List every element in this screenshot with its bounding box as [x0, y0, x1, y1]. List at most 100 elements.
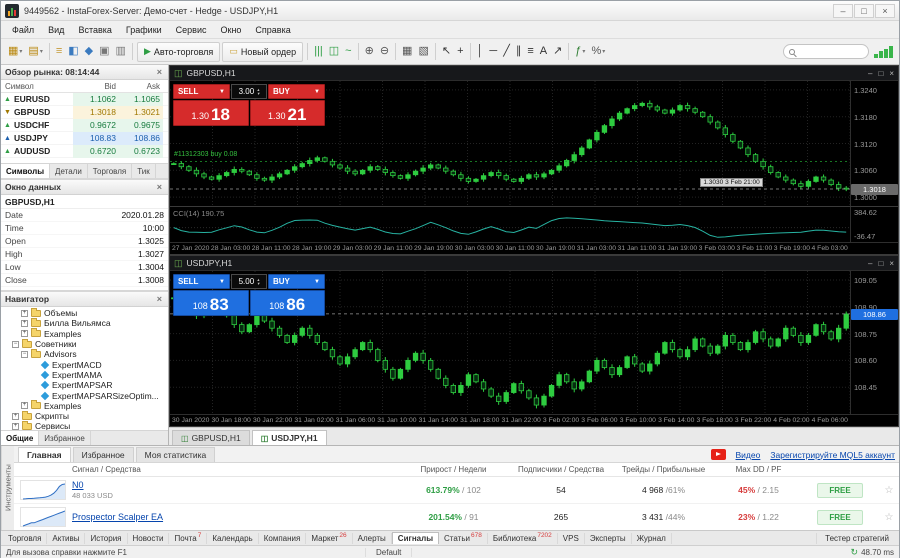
tab-Тик[interactable]: Тик	[132, 164, 156, 178]
tree-item-ExpertMAMA[interactable]: ExpertMAMA	[1, 370, 168, 380]
free-button[interactable]: FREE	[817, 483, 862, 498]
channel-tool-icon[interactable]: ∥	[513, 42, 525, 62]
chart-maximize-button[interactable]: □	[878, 259, 883, 268]
sell-button[interactable]: SELL▼	[173, 274, 230, 289]
tree-item-Advisors[interactable]: −Advisors	[1, 349, 168, 359]
sell-price-button[interactable]: 1.3018	[173, 100, 249, 126]
market-watch-row-EURUSD[interactable]: ▲EURUSD1.10621.1065	[1, 93, 168, 106]
menu-item-Вставка[interactable]: Вставка	[71, 23, 118, 37]
favorite-star-icon[interactable]: ☆	[879, 485, 899, 496]
tree-expander-icon[interactable]: +	[21, 320, 28, 327]
toolbox-side-label[interactable]: Инструменты	[1, 446, 14, 530]
toolbox-tab-Маркет[interactable]: Маркет26	[306, 533, 352, 544]
toolbox-tab-Новости[interactable]: Новости	[128, 533, 170, 544]
chart-close-button[interactable]: ×	[889, 69, 894, 78]
toolbox-tab-Библиотека[interactable]: Библиотека7202	[488, 533, 558, 544]
horizontal-line-tool-icon[interactable]: ─	[486, 42, 500, 62]
trendline-tool-icon[interactable]: ╱	[500, 42, 513, 62]
tree-item--[interactable]: +Скрипты	[1, 411, 168, 421]
tab-Торговля[interactable]: Торговля	[88, 164, 132, 178]
signal-link[interactable]: Prospector Scalper EA	[72, 512, 163, 522]
menu-item-Вид[interactable]: Вид	[41, 23, 71, 37]
menu-item-Сервис[interactable]: Сервис	[169, 23, 214, 37]
arrow-tool-icon[interactable]: ↗	[550, 42, 565, 62]
bar-chart-mode-icon[interactable]: |||	[311, 42, 326, 62]
free-button[interactable]: FREE	[817, 510, 862, 525]
toolbox-tab-Компания[interactable]: Компания	[259, 533, 307, 544]
toolbox-tab-Эксперты[interactable]: Эксперты	[585, 533, 632, 544]
toolbox-tab-Почта[interactable]: Почта7	[169, 533, 207, 544]
minimize-button[interactable]: –	[833, 4, 853, 18]
signals-tab-Моя статистика[interactable]: Моя статистика	[136, 447, 216, 462]
tree-expander-icon[interactable]: +	[21, 402, 28, 409]
tree-item--[interactable]: +Сервисы	[1, 421, 168, 430]
toolbox-tab-Журнал[interactable]: Журнал	[632, 533, 672, 544]
tile-windows-icon[interactable]: ▦	[399, 42, 415, 62]
toolbox-tab-Календарь[interactable]: Календарь	[207, 533, 258, 544]
tree-item-Examples[interactable]: +Examples	[1, 329, 168, 339]
toolbox-tab-Сигналы[interactable]: Сигналы	[392, 532, 439, 544]
search-input[interactable]	[783, 44, 869, 59]
tree-item--[interactable]: +Объемы	[1, 308, 168, 318]
lot-size-input[interactable]: 3.00▴▾	[231, 84, 267, 99]
register-mql5-link[interactable]: Зарегистрируйте MQL5 аккаунт	[770, 450, 895, 460]
market-watch-row-GBPUSD[interactable]: ▼GBPUSD1.30181.3021	[1, 106, 168, 119]
data-window-icon[interactable]: ◧	[65, 42, 81, 62]
chart-title-bar[interactable]: ◫ GBPUSD,H1 – □ ×	[170, 66, 898, 81]
maximize-button[interactable]: □	[854, 4, 874, 18]
menu-item-Справка[interactable]: Справка	[248, 23, 297, 37]
market-watch-icon[interactable]: ≡	[53, 42, 65, 62]
navigator-icon[interactable]: ◆	[82, 42, 96, 62]
tree-item-ExpertMAPSAR[interactable]: ExpertMAPSAR	[1, 380, 168, 390]
chart-tab-USDJPY,H1[interactable]: ◫USDJPY,H1	[252, 430, 327, 445]
video-link[interactable]: Видео	[736, 450, 761, 460]
chart-maximize-button[interactable]: □	[878, 69, 883, 78]
connection-status[interactable]: ↻ 48.70 ms	[851, 547, 894, 558]
indicators-icon[interactable]: ƒ▾	[572, 42, 588, 62]
cursor-icon[interactable]: ↖	[439, 42, 454, 62]
signals-tab-Главная[interactable]: Главная	[18, 447, 71, 462]
close-button[interactable]: ×	[875, 4, 895, 18]
strategy-tester-icon[interactable]: ▥	[113, 42, 129, 62]
toolbox-tab-Статьи[interactable]: Статьи678	[439, 533, 488, 544]
crosshair-icon[interactable]: +	[454, 42, 466, 62]
chart-close-button[interactable]: ×	[889, 259, 894, 268]
tab-Детали[interactable]: Детали	[50, 164, 88, 178]
tree-expander-icon[interactable]: −	[12, 341, 19, 348]
signals-tab-Избранное[interactable]: Избранное	[73, 447, 134, 462]
tree-expander-icon[interactable]: +	[12, 423, 19, 430]
menu-item-Графики[interactable]: Графики	[119, 23, 169, 37]
tree-expander-icon[interactable]: −	[21, 351, 28, 358]
close-icon[interactable]: ×	[155, 182, 164, 192]
autotrade-button[interactable]: ▶Авто-торговля	[137, 42, 220, 62]
tree-expander-icon[interactable]: +	[21, 330, 28, 337]
title-bar[interactable]: 9449562 - InstaForex-Server: Демо-счет -…	[1, 1, 899, 21]
toolbox-tab-Активы[interactable]: Активы	[47, 533, 85, 544]
usdjpy-price-chart[interactable]: SELL▼ 5.00▴▾ BUY▼ 10883 10886	[170, 271, 850, 414]
signal-link[interactable]: N0	[72, 480, 84, 490]
toolbox-tab-История[interactable]: История	[85, 533, 127, 544]
chart-minimize-button[interactable]: –	[868, 69, 872, 78]
signal-row[interactable]: Prospector Scalper EA201.54% / 912653 43…	[14, 504, 899, 530]
profiles-icon[interactable]: ▤▾	[25, 42, 45, 62]
buy-price-button[interactable]: 1.3021	[250, 100, 326, 126]
vertical-line-tool-icon[interactable]: │	[474, 42, 487, 62]
buy-button[interactable]: BUY▼	[268, 274, 325, 289]
objects-more-icon[interactable]: %▾	[588, 42, 608, 62]
tree-item--[interactable]: −Советники	[1, 339, 168, 349]
strategy-tester-label[interactable]: Тестер стратегий	[816, 533, 897, 544]
buy-price-button[interactable]: 10886	[250, 290, 326, 316]
chart-title-bar[interactable]: ◫ USDJPY,H1 – □ ×	[170, 256, 898, 271]
sell-price-button[interactable]: 10883	[173, 290, 249, 316]
market-watch-row-USDJPY[interactable]: ▲USDJPY108.83108.86	[1, 132, 168, 145]
tree-item-ExpertMAPSARSizeOptim-[interactable]: ExpertMAPSARSizeOptim...	[1, 390, 168, 400]
toolbox-tab-Алерты[interactable]: Алерты	[353, 533, 392, 544]
sell-button[interactable]: SELL▼	[173, 84, 230, 99]
signal-row[interactable]: N048 033 USD613.79% / 102544 968 /61%45%…	[14, 477, 899, 504]
tree-expander-icon[interactable]: +	[21, 310, 28, 317]
market-watch-row-AUDUSD[interactable]: ▲AUDUSD0.67200.6723	[1, 145, 168, 158]
new-order-button[interactable]: ▭Новый ордер	[222, 42, 303, 62]
market-watch-row-USDCHF[interactable]: ▲USDCHF0.96720.9675	[1, 119, 168, 132]
close-icon[interactable]: ×	[155, 294, 164, 304]
cascade-windows-icon[interactable]: ▧	[415, 42, 431, 62]
